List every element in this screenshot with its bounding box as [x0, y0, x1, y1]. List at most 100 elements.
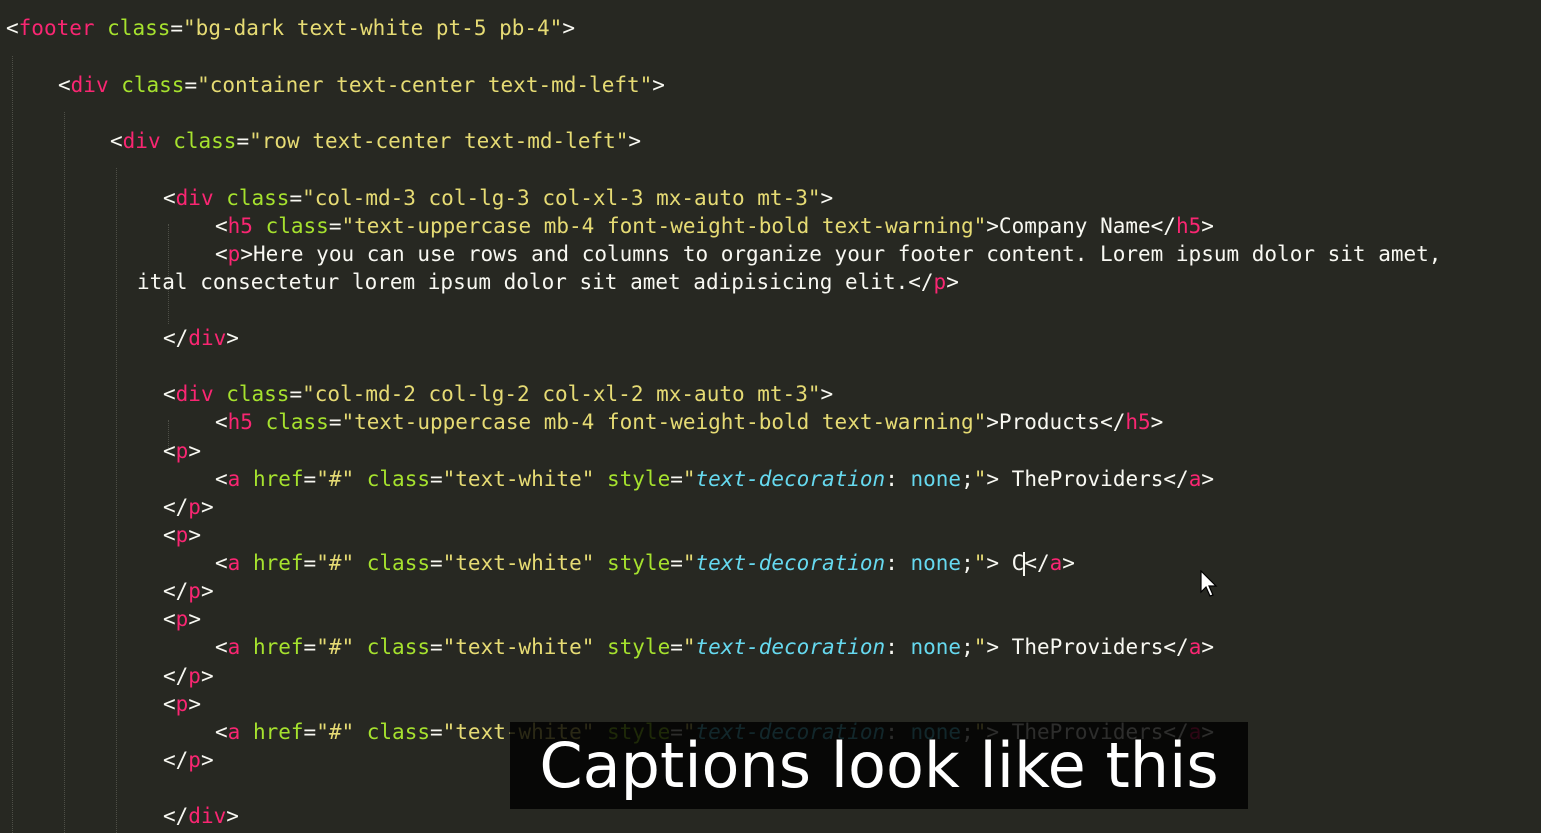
tag-name: p [175, 439, 189, 463]
tag-name: p [188, 664, 201, 688]
tag-name: div [188, 326, 227, 350]
tag-name: a [227, 467, 241, 491]
code-line[interactable]: <div class="col-md-2 col-lg-2 col-xl-2 m… [163, 380, 833, 408]
punctuation: > [986, 214, 999, 238]
string-value: " [682, 467, 696, 491]
punctuation: = [289, 186, 303, 210]
code-line[interactable]: <div class="row text-center text-md-left… [110, 127, 641, 155]
code-line[interactable]: <footer class="bg-dark text-white pt-5 p… [6, 14, 575, 42]
code-line[interactable]: <h5 class="text-uppercase mb-4 font-weig… [215, 408, 1163, 436]
text-content: TheProviders [1011, 635, 1164, 659]
text-content: Company Name [998, 214, 1151, 238]
code-line[interactable]: <p> [163, 690, 201, 718]
tag-name: p [188, 495, 201, 519]
punctuation: </ [908, 270, 934, 294]
code-line[interactable]: </p> [163, 746, 214, 774]
tag-name: a [1188, 467, 1202, 491]
punctuation: = [670, 551, 683, 575]
punctuation: = [289, 382, 303, 406]
indent-guide [12, 56, 13, 833]
attribute-name: class [160, 129, 237, 153]
attribute-name: class [252, 214, 329, 238]
punctuation: : [885, 635, 911, 659]
attribute-name: class [94, 16, 171, 40]
code-line[interactable]: <a href="#" class="text-white" style="te… [215, 465, 1214, 493]
tag-name: h5 [227, 410, 253, 434]
tag-name: div [70, 73, 109, 97]
code-line[interactable]: <a href="#" class="text-white" style="te… [215, 549, 1075, 577]
code-line[interactable]: <div class="col-md-3 col-lg-3 col-xl-3 m… [163, 184, 833, 212]
code-line[interactable]: <p> [163, 437, 201, 465]
punctuation: > [1150, 410, 1164, 434]
punctuation: > [946, 270, 959, 294]
punctuation: = [303, 467, 317, 491]
punctuation: </ [163, 326, 189, 350]
punctuation: < [163, 523, 176, 547]
string-value: "#" [316, 720, 355, 744]
punctuation: < [163, 439, 176, 463]
punctuation: : [885, 551, 911, 575]
punctuation: > [820, 382, 834, 406]
punctuation: > [986, 551, 1012, 575]
tag-name: a [227, 635, 241, 659]
string-value: "text-white" [442, 635, 595, 659]
attribute-name: class [213, 186, 290, 210]
code-line[interactable]: <a href="#" class="text-white" style="te… [215, 633, 1214, 661]
tag-name: div [188, 804, 227, 828]
punctuation: </ [163, 804, 189, 828]
punctuation: < [215, 467, 228, 491]
css-value: none [910, 467, 962, 491]
punctuation: = [429, 720, 443, 744]
code-line[interactable]: </div> [163, 324, 239, 352]
punctuation: < [163, 692, 176, 716]
code-line[interactable]: <p> [163, 521, 201, 549]
string-value: "text-uppercase mb-4 font-weight-bold te… [341, 214, 987, 238]
code-line[interactable]: ital consectetur lorem ipsum dolor sit a… [137, 268, 959, 296]
punctuation: = [170, 16, 184, 40]
code-line[interactable]: </p> [163, 662, 214, 690]
attribute-name: style [594, 551, 671, 575]
css-value: none [910, 635, 962, 659]
attribute-name: class [354, 467, 430, 491]
indent-guide [64, 112, 65, 833]
attribute-name: class [108, 73, 185, 97]
tag-name: p [933, 270, 947, 294]
punctuation: > [562, 16, 575, 40]
punctuation: > [820, 186, 834, 210]
code-line[interactable]: </p> [163, 493, 214, 521]
punctuation: ; [961, 635, 974, 659]
text-content: Products [998, 410, 1101, 434]
punctuation: > [1201, 214, 1214, 238]
string-value: "text-white" [442, 467, 595, 491]
tag-name: div [175, 186, 214, 210]
string-value: "col-md-2 col-lg-2 col-xl-2 mx-auto mt-3… [302, 382, 821, 406]
punctuation: > [1201, 635, 1214, 659]
punctuation: > [986, 467, 1012, 491]
punctuation: = [236, 129, 250, 153]
css-property: text-decoration [695, 467, 886, 491]
code-line[interactable]: <p>Here you can use rows and columns to … [215, 240, 1441, 268]
code-line[interactable]: </div> [163, 802, 239, 830]
code-line[interactable]: <h5 class="text-uppercase mb-4 font-weig… [215, 212, 1214, 240]
code-line[interactable]: <div class="container text-center text-m… [58, 71, 665, 99]
tag-name: p [188, 579, 201, 603]
punctuation: < [215, 635, 228, 659]
code-editor[interactable]: <footer class="bg-dark text-white pt-5 p… [0, 0, 1541, 833]
punctuation: < [110, 129, 123, 153]
punctuation: > [188, 439, 201, 463]
punctuation: > [200, 664, 214, 688]
code-line[interactable]: <p> [163, 605, 201, 633]
attribute-name: href [240, 720, 304, 744]
code-line[interactable]: </p> [163, 577, 214, 605]
tag-name: footer [18, 16, 95, 40]
string-value: " [682, 635, 696, 659]
punctuation: > [226, 326, 239, 350]
tag-name: a [1049, 551, 1063, 575]
tag-name: p [175, 607, 189, 631]
punctuation: ; [961, 551, 974, 575]
punctuation: = [670, 635, 683, 659]
punctuation: = [303, 720, 317, 744]
punctuation: </ [163, 495, 189, 519]
punctuation: = [303, 551, 317, 575]
punctuation: = [328, 214, 342, 238]
